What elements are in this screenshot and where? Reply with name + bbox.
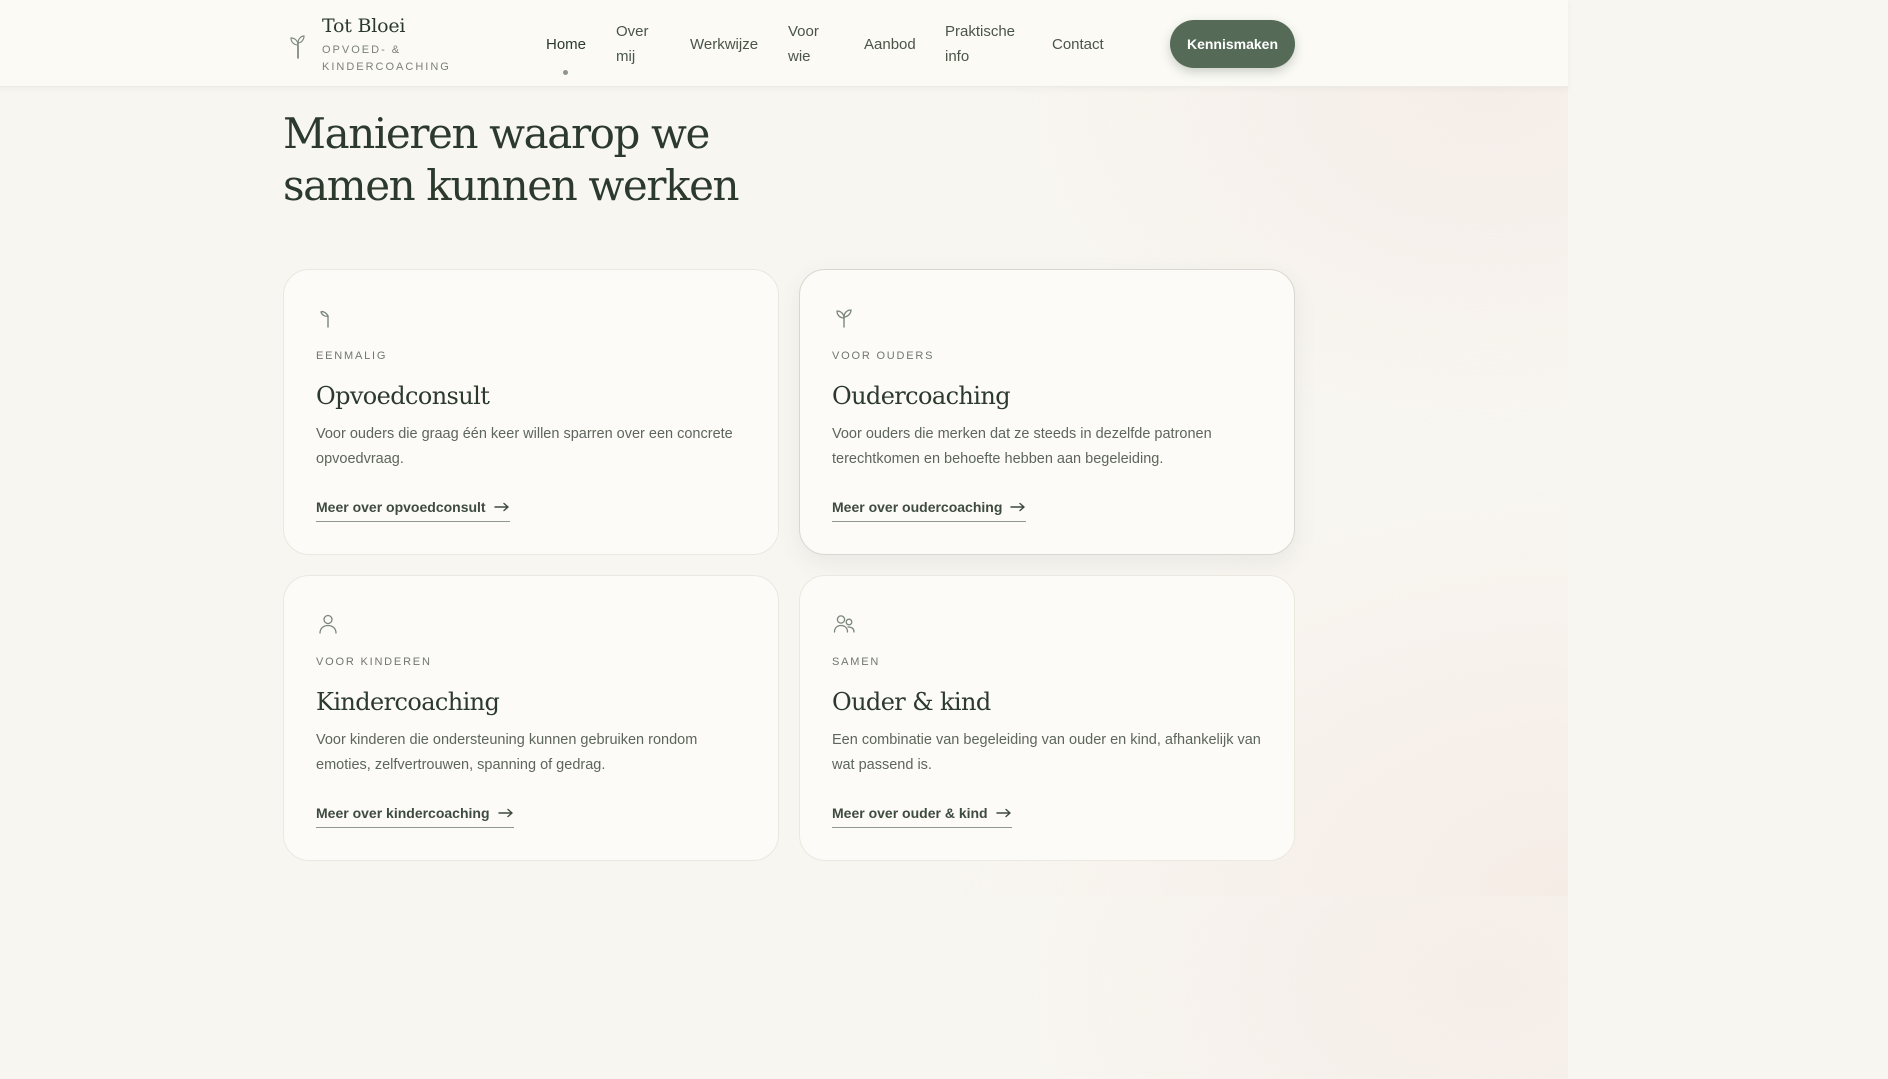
nav-item-aanbod[interactable]: Aanbod	[864, 32, 945, 57]
nav-item-werkwijze[interactable]: Werkwijze	[690, 32, 788, 57]
card-link-label: Meer over opvoedconsult	[316, 499, 486, 515]
site-header: Tot Bloei OPVOED- & KINDERCOACHING Home …	[0, 0, 1568, 87]
card-link-ouder-en-kind[interactable]: Meer over ouder & kind	[832, 804, 1012, 828]
card-description: Een combinatie van begeleiding van ouder…	[832, 732, 1261, 773]
service-card-opvoedconsult[interactable]: EENMALIG Opvoedconsult Voor ouders die g…	[283, 269, 779, 555]
card-kicker: VOOR KINDEREN	[316, 656, 432, 668]
card-kicker: EENMALIG	[316, 350, 388, 362]
nav-item-home[interactable]: Home	[546, 32, 616, 75]
card-link-oudercoaching[interactable]: Meer over oudercoaching	[832, 498, 1027, 522]
nav-item-voor-wie[interactable]: Voor wie	[788, 19, 822, 69]
sprout-icon	[836, 309, 852, 328]
arrow-right-icon	[497, 808, 513, 818]
card-link-label: Meer over kindercoaching	[316, 805, 490, 821]
card-kicker: SAMEN	[832, 656, 881, 668]
leaf-icon	[320, 310, 329, 328]
nav-item-contact[interactable]: Contact	[1052, 32, 1122, 57]
nav-item-label: Home	[546, 35, 587, 53]
card-title: Oudercoaching	[832, 382, 1011, 410]
active-indicator	[563, 69, 568, 75]
card-kicker: VOOR OUDERS	[832, 350, 935, 362]
card-description: Voor ouders die merken dat ze steeds in …	[832, 426, 1212, 467]
brand-tagline: OPVOED- & KINDERCOACHING	[322, 44, 451, 73]
brand-name: Tot Bloei	[322, 15, 406, 37]
users-icon	[833, 615, 855, 633]
card-description: Voor kinderen die ondersteuning kunnen g…	[316, 732, 698, 773]
nav-item-over-mij[interactable]: Over mij	[616, 19, 656, 69]
arrow-right-icon	[1010, 502, 1026, 512]
sprout-icon	[290, 35, 305, 59]
card-link-label: Meer over ouder & kind	[832, 805, 988, 821]
card-title: Ouder & kind	[832, 688, 991, 716]
arrow-right-icon	[995, 808, 1011, 818]
nav-item-praktische-info[interactable]: Praktische info	[945, 19, 1017, 69]
card-link-label: Meer over oudercoaching	[832, 499, 1003, 515]
brand-logo[interactable]: Tot Bloei OPVOED- & KINDERCOACHING	[286, 10, 452, 80]
card-link-kindercoaching[interactable]: Meer over kindercoaching	[316, 804, 514, 828]
card-title: Kindercoaching	[316, 688, 500, 716]
card-description: Voor ouders die graag één keer willen sp…	[316, 426, 733, 467]
main-nav: Home Over mij Werkwijze Voor wie Aanbod …	[546, 18, 1122, 75]
service-card-ouder-en-kind[interactable]: SAMEN Ouder & kind Een combinatie van be…	[799, 575, 1295, 861]
card-title: Opvoedconsult	[316, 382, 490, 410]
kennismaken-button[interactable]: Kennismaken	[1170, 20, 1295, 68]
user-icon	[319, 614, 337, 634]
service-card-oudercoaching[interactable]: VOOR OUDERS Oudercoaching Voor ouders di…	[799, 269, 1295, 555]
service-card-kindercoaching[interactable]: VOOR KINDEREN Kindercoaching Voor kinder…	[283, 575, 779, 861]
arrow-right-icon	[493, 502, 509, 512]
section-title: Manieren waarop we samen kunnen werken	[283, 109, 740, 210]
card-link-opvoedconsult[interactable]: Meer over opvoedconsult	[316, 498, 510, 522]
